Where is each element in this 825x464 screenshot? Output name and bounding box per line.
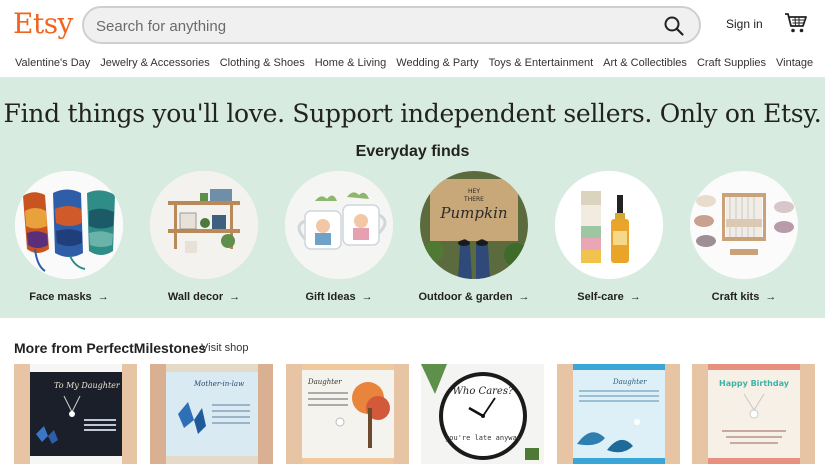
product-image: Mother-in-law (150, 364, 273, 464)
product-6-text: Happy Birthday (719, 379, 790, 388)
product-card[interactable]: Who Cares? you're late anyway (421, 364, 544, 464)
hero-subtitle: Everyday finds (355, 143, 470, 160)
craft-kits-label: Craft kits (711, 291, 760, 303)
etsy-logo[interactable]: Etsy (13, 7, 73, 40)
product-4-text-bottom: you're late anyway (445, 434, 521, 442)
category-outdoor-garden[interactable]: HEY THERE Pumpkin Outdoor & garden → (414, 171, 534, 311)
product-2-text: Mother-in-law (193, 380, 244, 388)
nav-art-collectibles[interactable]: Art & Collectibles (603, 54, 687, 76)
arrow-right-icon: → (629, 291, 641, 303)
product-image: To My Daughter (14, 364, 137, 464)
hero-title: Find things you'll love. Support indepen… (3, 99, 822, 128)
doormat-text-1: HEY (468, 188, 480, 195)
product-image: Daughter (286, 364, 409, 464)
self-care-image (555, 171, 663, 279)
more-from-title: More from PerfectMilestones (14, 340, 207, 356)
product-5-text: Daughter (612, 378, 647, 386)
category-craft-kits[interactable]: Craft kits → (684, 171, 804, 311)
visit-shop-link[interactable]: Visit shop (201, 342, 249, 354)
category-self-care[interactable]: Self-care → (549, 171, 669, 311)
product-card[interactable]: To My Daughter (14, 364, 137, 464)
arrow-right-icon: → (97, 291, 109, 303)
gift-ideas-label: Gift Ideas (305, 291, 356, 303)
product-3-text: Daughter (307, 378, 342, 386)
self-care-label: Self-care (577, 291, 624, 303)
arrow-right-icon: → (518, 291, 530, 303)
product-card[interactable]: Mother-in-law (150, 364, 273, 464)
category-gift-ideas[interactable]: Gift Ideas → (279, 171, 399, 311)
search-icon[interactable] (663, 15, 685, 37)
nav-clothing-shoes[interactable]: Clothing & Shoes (220, 54, 305, 76)
category-face-masks[interactable]: Face masks → (9, 171, 129, 311)
craft-kits-image (690, 171, 798, 279)
product-image: Happy Birthday (692, 364, 815, 464)
product-1-text: To My Daughter (54, 381, 121, 390)
nav-vintage[interactable]: Vintage (776, 54, 813, 76)
sign-in-link[interactable]: Sign in (726, 17, 763, 31)
face-masks-image (15, 171, 123, 279)
search-input[interactable] (96, 15, 656, 37)
category-wall-decor[interactable]: Wall decor → (144, 171, 264, 311)
doormat-text-3: Pumpkin (439, 204, 507, 222)
category-nav: Valentine's Day Jewelry & Accessories Cl… (0, 54, 825, 76)
nav-craft-supplies[interactable]: Craft Supplies (697, 54, 766, 76)
product-image: Daughter (557, 364, 680, 464)
product-image: Who Cares? you're late anyway (421, 364, 544, 464)
product-card[interactable]: Daughter (557, 364, 680, 464)
outdoor-garden-label: Outdoor & garden (418, 291, 513, 303)
nav-valentines-day[interactable]: Valentine's Day (15, 54, 90, 76)
nav-toys-entertainment[interactable]: Toys & Entertainment (489, 54, 594, 76)
doormat-text-2: THERE (463, 196, 484, 203)
arrow-right-icon: → (765, 291, 777, 303)
header: Etsy Sign in (0, 0, 825, 50)
nav-jewelry-accessories[interactable]: Jewelry & Accessories (100, 54, 209, 76)
arrow-right-icon: → (361, 291, 373, 303)
nav-home-living[interactable]: Home & Living (315, 54, 387, 76)
gift-ideas-image (285, 171, 393, 279)
arrow-right-icon: → (229, 291, 241, 303)
wall-decor-image (150, 171, 258, 279)
nav-wedding-party[interactable]: Wedding & Party (396, 54, 478, 76)
cart-icon[interactable] (784, 12, 808, 34)
hero-banner: Find things you'll love. Support indepen… (0, 78, 825, 318)
product-card[interactable]: Happy Birthday (692, 364, 815, 464)
outdoor-garden-image: HEY THERE Pumpkin (420, 171, 528, 279)
face-masks-label: Face masks (29, 291, 92, 303)
search-bar[interactable] (82, 6, 701, 44)
wall-decor-label: Wall decor (167, 291, 224, 303)
product-4-text-top: Who Cares? (453, 386, 514, 397)
product-card[interactable]: Daughter (286, 364, 409, 464)
